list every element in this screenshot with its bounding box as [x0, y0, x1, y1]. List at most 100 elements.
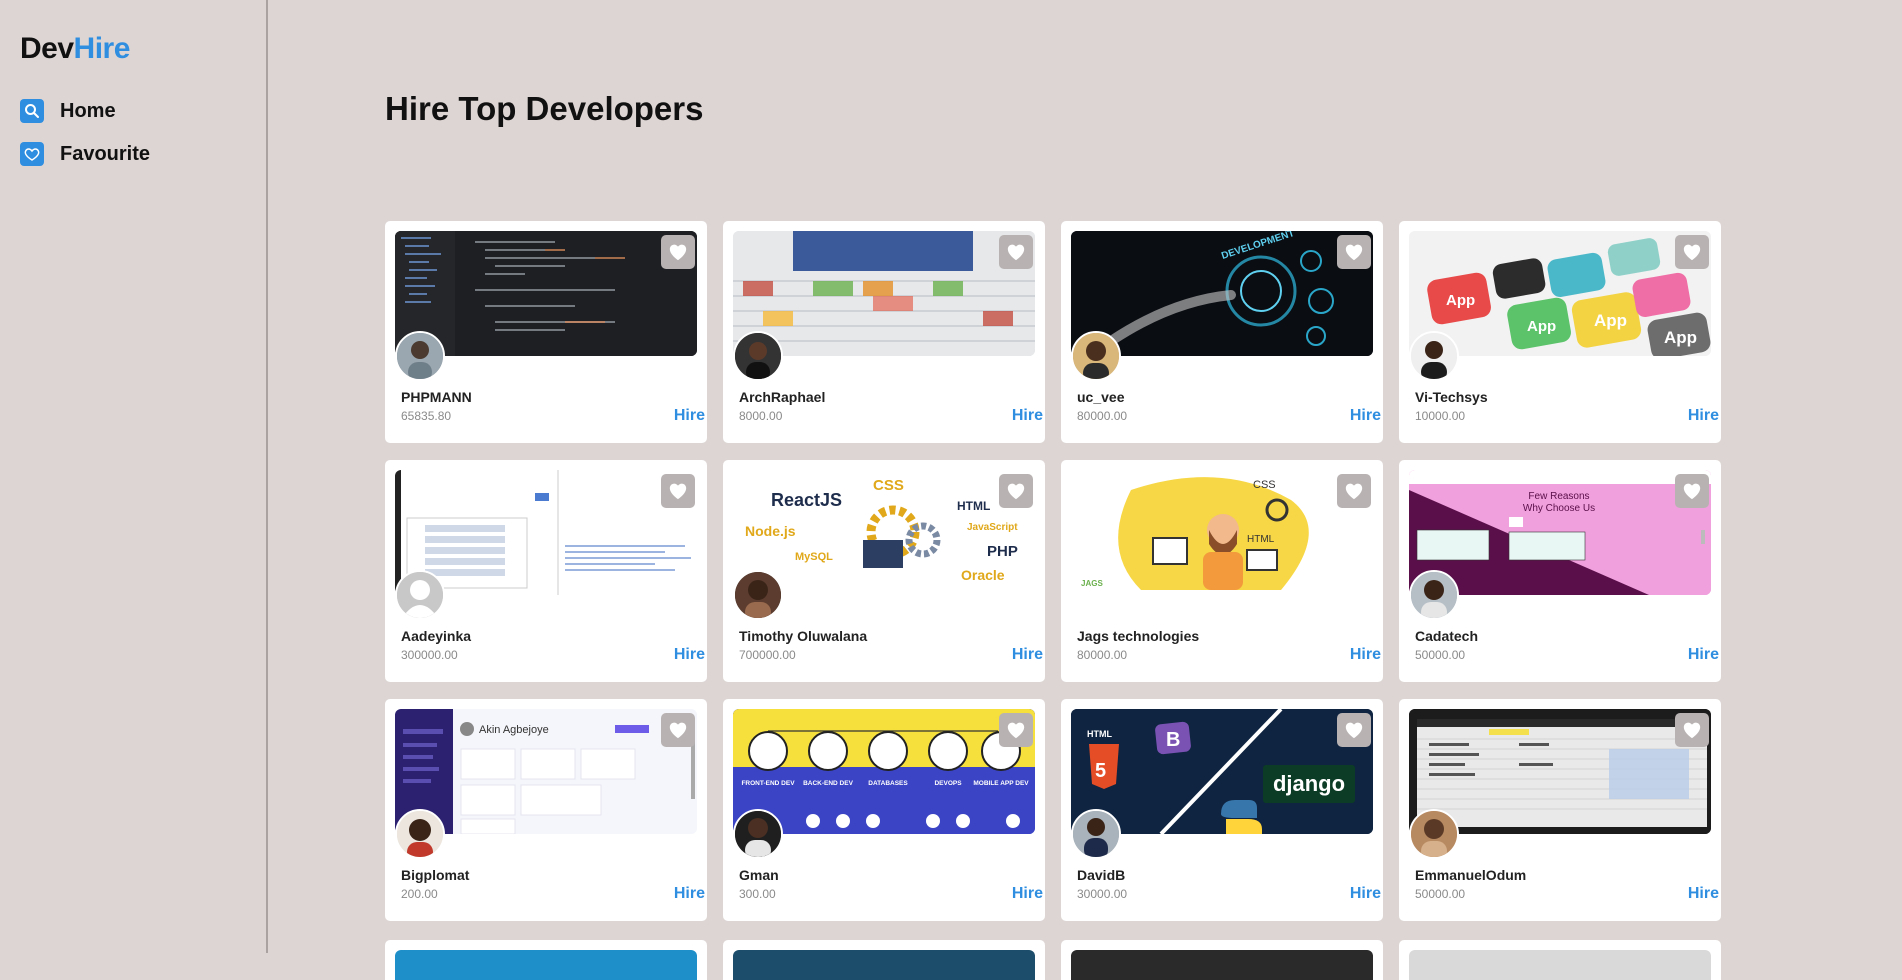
avatar — [733, 331, 783, 381]
developer-name: Timothy Oluwalana — [739, 628, 868, 644]
developer-card-partial[interactable] — [1399, 940, 1721, 980]
developer-card[interactable]: PHPMANN 65835.80 Hire — [385, 221, 707, 443]
svg-text:ReactJS: ReactJS — [771, 490, 842, 510]
developer-name: Aadeyinka — [401, 628, 472, 644]
developer-rate: 50000.00 — [1415, 648, 1466, 662]
developer-card[interactable]: Few Reasons Why Choose Us Cadatech 50000… — [1399, 460, 1721, 682]
heart-icon — [20, 142, 44, 166]
svg-text:5: 5 — [1095, 760, 1106, 782]
developer-name: Cadatech — [1415, 628, 1479, 644]
favourite-button[interactable] — [999, 713, 1033, 747]
svg-text:MOBILE APP DEV: MOBILE APP DEV — [973, 780, 1029, 787]
developer-card[interactable]: Aadeyinka 300000.00 Hire — [385, 460, 707, 682]
developer-name: EmmanuelOdum — [1415, 867, 1527, 883]
sidebar: DevHire Home Favourite — [0, 0, 268, 953]
hire-button[interactable]: Hire — [674, 885, 705, 903]
developer-card[interactable]: DEVELOPMENT uc_vee 80000.00 Hire — [1061, 221, 1383, 443]
developer-rate: 300000.00 — [401, 648, 458, 662]
developer-name: DavidB — [1077, 867, 1126, 883]
heart-icon — [1007, 722, 1025, 739]
developer-rate: 10000.00 — [1415, 409, 1466, 423]
banner-image — [1409, 709, 1711, 834]
favourite-button[interactable] — [1337, 474, 1371, 508]
favourite-button[interactable] — [999, 235, 1033, 269]
developer-name: PHPMANN — [401, 389, 472, 405]
developer-card-partial[interactable] — [1061, 940, 1383, 980]
developer-name: uc_vee — [1077, 389, 1125, 405]
avatar — [1409, 570, 1459, 620]
svg-text:App: App — [1446, 292, 1475, 309]
developer-rate: 8000.00 — [739, 409, 783, 423]
svg-text:JavaScript: JavaScript — [967, 522, 1018, 533]
favourite-button[interactable] — [1675, 235, 1709, 269]
developer-name: Bigplomat — [401, 867, 470, 883]
svg-text:App: App — [1664, 328, 1697, 347]
developer-card-partial[interactable] — [723, 940, 1045, 980]
developer-rate: 80000.00 — [1077, 648, 1128, 662]
hire-button[interactable]: Hire — [674, 407, 705, 425]
banner-image: DEVELOPMENT — [1071, 231, 1373, 356]
developer-rate: 80000.00 — [1077, 409, 1128, 423]
favourite-button[interactable] — [1675, 713, 1709, 747]
developer-card[interactable]: CSS HTML JAGS Jags technologies 80000.00… — [1061, 460, 1383, 682]
hire-button[interactable]: Hire — [1688, 885, 1719, 903]
svg-text:HTML: HTML — [1087, 729, 1112, 739]
avatar — [733, 809, 783, 859]
svg-text:HTML: HTML — [1247, 534, 1275, 545]
heart-icon — [1345, 244, 1363, 261]
hire-button[interactable]: Hire — [674, 646, 705, 664]
search-icon — [20, 99, 44, 123]
favourite-button[interactable] — [999, 474, 1033, 508]
svg-text:FRONT-END DEV: FRONT-END DEV — [741, 780, 795, 787]
developer-card-partial[interactable] — [385, 940, 707, 980]
nav-item-favourite[interactable]: Favourite — [20, 142, 150, 166]
avatar — [1071, 331, 1121, 381]
developer-card[interactable]: 5 HTML B django DavidB 30000.00 Hire — [1061, 699, 1383, 921]
developer-rate: 300.00 — [739, 887, 776, 901]
nav-item-label: Favourite — [60, 142, 151, 165]
banner-image: CSS HTML JAGS — [1071, 470, 1373, 595]
developer-card[interactable]: ReactJS CSS HTML Node.js JavaScript MySQ… — [723, 460, 1045, 682]
hire-button[interactable]: Hire — [1350, 646, 1381, 664]
developer-card[interactable]: EmmanuelOdum 50000.00 Hire — [1399, 699, 1721, 921]
app-logo[interactable]: DevHire — [20, 32, 130, 66]
hire-button[interactable]: Hire — [1012, 885, 1043, 903]
hire-button[interactable]: Hire — [1350, 407, 1381, 425]
developer-rate: 65835.80 — [401, 409, 452, 423]
favourite-button[interactable] — [661, 713, 695, 747]
developer-card[interactable]: App App App App Vi-Techsys 10000.00 Hire — [1399, 221, 1721, 443]
favourite-button[interactable] — [661, 235, 695, 269]
developer-rate: 200.00 — [401, 887, 438, 901]
developer-rate: 50000.00 — [1415, 887, 1466, 901]
svg-text:App: App — [1594, 311, 1627, 330]
hire-button[interactable]: Hire — [1012, 646, 1043, 664]
svg-text:DATABASES: DATABASES — [868, 780, 908, 787]
banner-image: Few Reasons Why Choose Us — [1409, 470, 1711, 595]
developer-card[interactable]: ArchRaphael 8000.00 Hire — [723, 221, 1045, 443]
heart-icon — [1345, 722, 1363, 739]
svg-text:Why Choose Us: Why Choose Us — [1523, 503, 1595, 514]
avatar — [395, 809, 445, 859]
favourite-button[interactable] — [1337, 235, 1371, 269]
developer-card[interactable]: FRONT-END DEV BACK-END DEV DATABASES DEV… — [723, 699, 1045, 921]
hire-button[interactable]: Hire — [1350, 885, 1381, 903]
hire-button[interactable]: Hire — [1688, 646, 1719, 664]
developer-rate: 30000.00 — [1077, 887, 1128, 901]
hire-button[interactable]: Hire — [1012, 407, 1043, 425]
avatar — [1409, 331, 1459, 381]
favourite-button[interactable] — [661, 474, 695, 508]
avatar — [1409, 809, 1459, 859]
nav-item-home[interactable]: Home — [20, 99, 116, 123]
hire-button[interactable]: Hire — [1688, 407, 1719, 425]
developer-card[interactable]: Akin Agbejoye Bigplomat 200.00 Hire — [385, 699, 707, 921]
favourite-button[interactable] — [1337, 713, 1371, 747]
banner-image: ReactJS CSS HTML Node.js JavaScript MySQ… — [733, 470, 1035, 595]
developer-name: Jags technologies — [1077, 628, 1200, 644]
favourite-button[interactable] — [1675, 474, 1709, 508]
svg-text:CSS: CSS — [1253, 479, 1276, 491]
developer-name: Vi-Techsys — [1415, 389, 1488, 405]
svg-text:CSS: CSS — [873, 477, 904, 494]
svg-text:Oracle: Oracle — [961, 567, 1005, 583]
svg-text:Node.js: Node.js — [745, 523, 796, 539]
heart-icon — [1683, 722, 1701, 739]
